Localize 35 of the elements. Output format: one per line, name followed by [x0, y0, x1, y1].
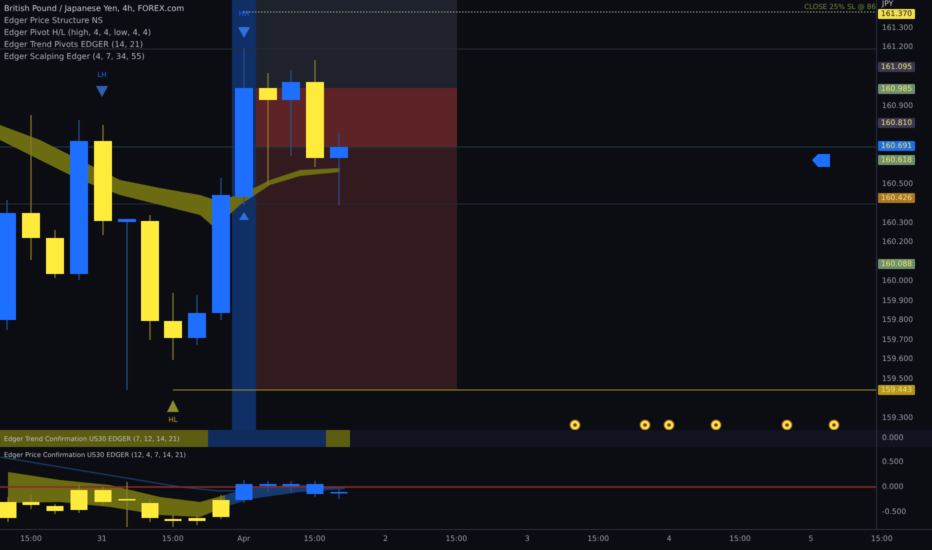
down-triangle-icon — [238, 27, 250, 38]
up-triangle-icon — [167, 400, 179, 412]
signal-marker-icon — [664, 420, 674, 430]
up-triangle-icon — [239, 212, 249, 220]
indicator-legend: Edger Pivot H/L (high, 4, 4, low, 4, 4) — [4, 27, 184, 38]
signal-marker-icon — [710, 420, 722, 430]
candle-drawing — [22, 495, 40, 509]
candle-drawing — [70, 485, 88, 513]
signal-marker-icon — [828, 420, 840, 430]
candle-drawing — [164, 293, 182, 360]
candle-drawing — [94, 487, 112, 505]
indicator-legend: Edger Price Structure NS — [4, 15, 184, 26]
indicator-legend: British Pound / Japanese Yen, 4h, FOREX.com — [4, 3, 184, 14]
candle-drawing — [0, 497, 16, 522]
flag-marker-icon — [812, 154, 830, 167]
candle-drawing — [236, 480, 252, 503]
signal-marker-icon — [782, 420, 792, 430]
signal-marker-icon — [640, 420, 650, 430]
candle-drawing — [282, 481, 300, 493]
candle-drawing — [188, 295, 206, 345]
candle-drawing — [142, 499, 158, 522]
candle-drawing — [164, 515, 182, 527]
candle-drawing — [46, 504, 64, 514]
indicator-legend: Edger Scalping Edger (4, 7, 34, 55) — [4, 51, 184, 62]
candle-drawing — [46, 230, 64, 278]
signal-marker-icon — [570, 420, 580, 430]
candle-drawing — [212, 495, 230, 519]
candle-drawing — [260, 481, 276, 492]
candle-drawing — [118, 482, 136, 527]
down-triangle-icon — [96, 86, 108, 97]
candle-drawing — [306, 481, 324, 497]
candle-drawing — [330, 133, 348, 205]
candle-drawing — [330, 489, 348, 499]
candle-drawing — [188, 515, 206, 525]
indicator-legend: Edger Trend Pivots EDGER (14, 21) — [4, 39, 184, 50]
